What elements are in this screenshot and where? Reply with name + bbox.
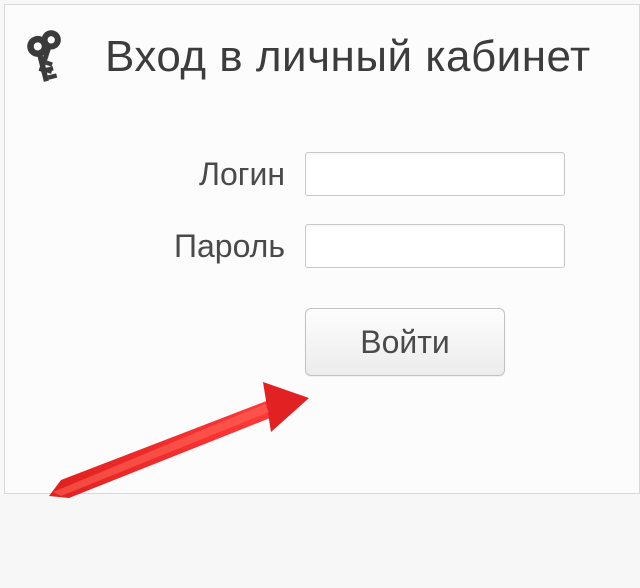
login-panel: Вход в личный кабинет Логин Пароль Войти: [4, 4, 640, 494]
login-row: Логин: [5, 152, 639, 196]
password-label: Пароль: [5, 228, 305, 265]
annotation-arrow-icon: [39, 370, 319, 500]
keys-icon: [23, 27, 83, 87]
login-label: Логин: [5, 156, 305, 193]
page-title: Вход в личный кабинет: [105, 32, 591, 82]
login-input[interactable]: [305, 152, 565, 196]
form-actions: Войти: [5, 308, 639, 376]
password-row: Пароль: [5, 224, 639, 268]
login-button[interactable]: Войти: [305, 308, 505, 376]
login-form: Логин Пароль Войти: [5, 152, 639, 376]
password-input[interactable]: [305, 224, 565, 268]
panel-header: Вход в личный кабинет: [5, 5, 639, 97]
